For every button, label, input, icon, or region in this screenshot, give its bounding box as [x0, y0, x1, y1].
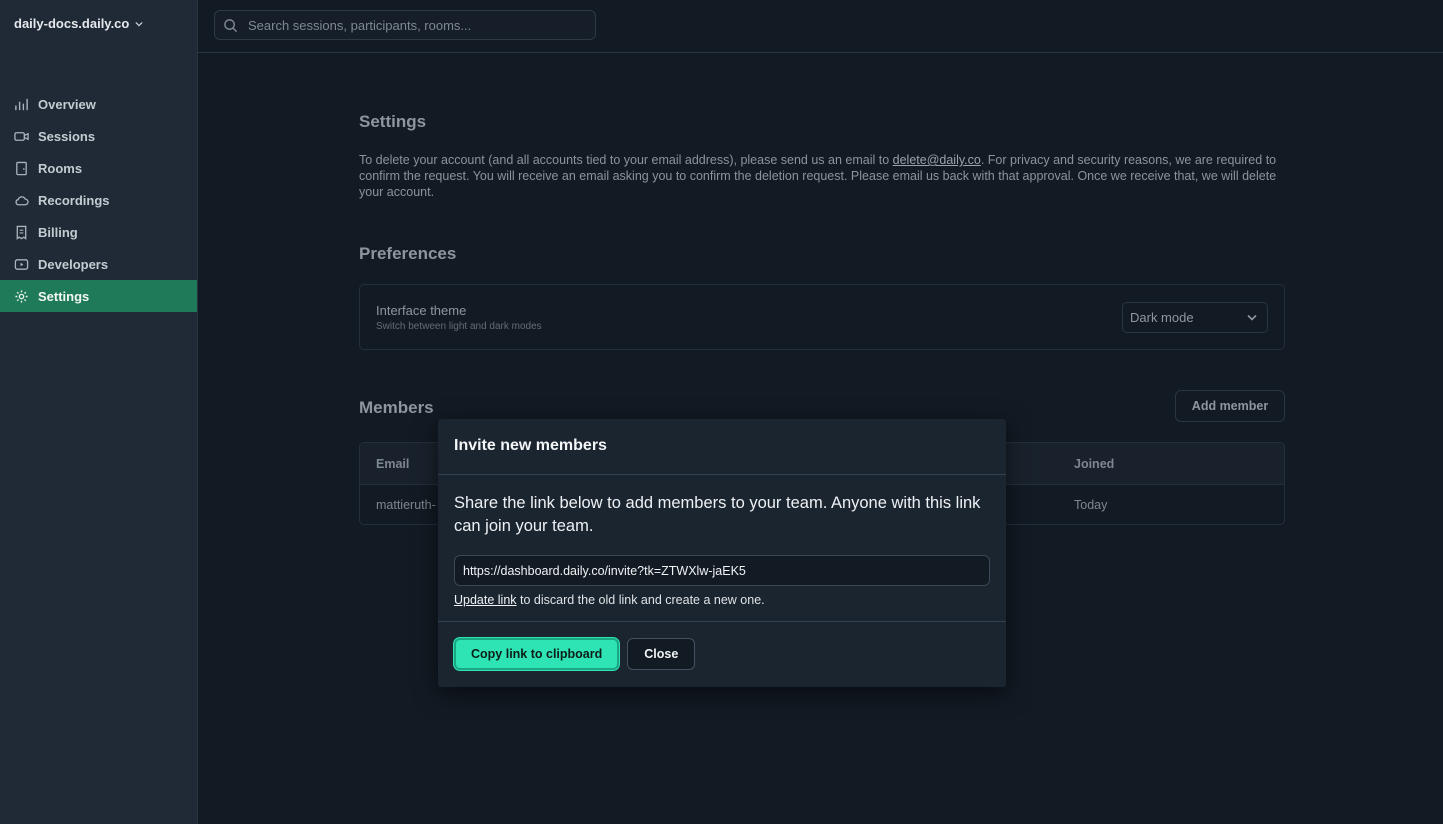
column-header-email: Email	[376, 457, 410, 471]
sidebar-item-label: Rooms	[38, 160, 83, 176]
search-box[interactable]	[214, 10, 596, 40]
delete-account-text: To delete your account (and all accounts…	[359, 152, 1279, 200]
close-button[interactable]: Close	[627, 638, 696, 670]
invite-members-modal: Invite new members Share the link below …	[438, 419, 1006, 687]
sidebar-item-settings[interactable]: Settings	[0, 280, 197, 312]
play-rectangle-icon	[14, 258, 29, 270]
sidebar-item-rooms[interactable]: Rooms	[0, 152, 197, 184]
door-icon	[16, 161, 27, 175]
theme-select[interactable]: Dark mode	[1122, 302, 1268, 333]
theme-sublabel: Switch between light and dark modes	[376, 321, 542, 332]
invite-link-field[interactable]	[454, 555, 990, 586]
video-camera-icon	[14, 131, 29, 141]
theme-label: Interface theme	[376, 303, 467, 318]
sidebar-item-overview[interactable]: Overview	[0, 88, 197, 120]
sidebar-item-sessions[interactable]: Sessions	[0, 120, 197, 152]
column-header-joined: Joined	[1074, 457, 1115, 471]
member-email: mattieruth-	[376, 498, 436, 512]
sidebar-item-label: Settings	[38, 288, 90, 304]
search-input[interactable]	[246, 16, 590, 34]
gear-icon	[15, 289, 28, 303]
top-bar	[198, 0, 1443, 53]
add-member-button[interactable]: Add member	[1175, 390, 1285, 422]
bar-chart-icon	[15, 98, 28, 110]
sidebar-item-label: Billing	[38, 224, 78, 240]
workspace-switcher[interactable]: daily-docs.daily.co	[14, 16, 144, 31]
sidebar-item-billing[interactable]: Billing	[0, 216, 197, 248]
sidebar-item-recordings[interactable]: Recordings	[0, 184, 197, 216]
members-title: Members	[359, 398, 434, 417]
delete-email-link[interactable]: delete@daily.co	[893, 153, 981, 167]
sidebar: daily-docs.daily.co Overview Sessions Ro…	[0, 0, 198, 824]
update-link[interactable]: Update link	[454, 593, 517, 607]
sidebar-item-label: Overview	[38, 96, 96, 112]
chevron-down-icon	[1247, 314, 1257, 321]
modal-title: Invite new members	[438, 419, 1006, 475]
search-icon	[224, 18, 238, 32]
sidebar-nav: Overview Sessions Rooms Recordings Billi…	[0, 88, 197, 312]
sidebar-item-label: Developers	[38, 256, 109, 272]
settings-title: Settings	[359, 112, 427, 131]
sidebar-item-label: Sessions	[38, 128, 96, 144]
theme-select-value: Dark mode	[1130, 310, 1194, 325]
copy-link-button[interactable]: Copy link to clipboard	[454, 638, 620, 670]
preferences-title: Preferences	[359, 244, 457, 263]
delete-text-before: To delete your account (and all accounts…	[359, 153, 893, 167]
modal-description: Share the link below to add members to y…	[454, 494, 981, 535]
member-joined: Today	[1074, 498, 1108, 512]
update-link-suffix: to discard the old link and create a new…	[516, 593, 765, 607]
sidebar-item-label: Recordings	[38, 192, 110, 208]
theme-preference-card: Interface theme Switch between light and…	[359, 284, 1285, 350]
workspace-name: daily-docs.daily.co	[14, 16, 130, 31]
modal-body: Share the link below to add members to y…	[438, 475, 1006, 622]
modal-footer: Copy link to clipboard Close	[438, 622, 1006, 686]
cloud-icon	[15, 195, 29, 205]
sidebar-item-developers[interactable]: Developers	[0, 248, 197, 280]
receipt-icon	[16, 225, 27, 240]
update-link-line: Update link to discard the old link and …	[454, 593, 765, 607]
chevron-down-icon	[135, 21, 144, 27]
